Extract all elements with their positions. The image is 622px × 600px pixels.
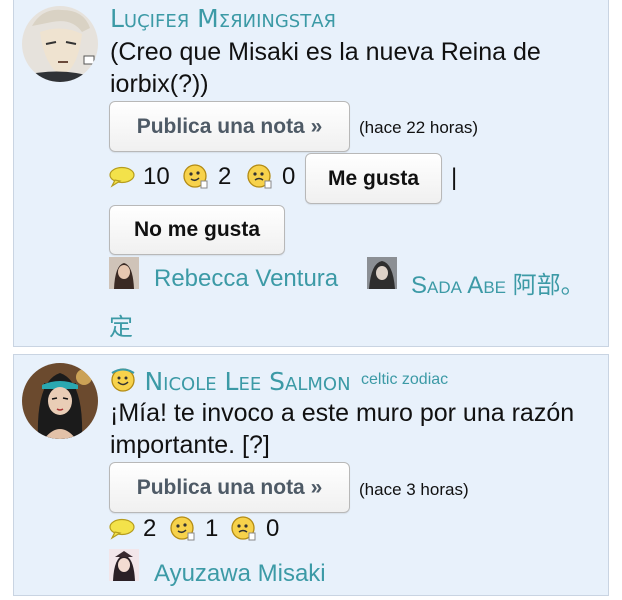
like-count[interactable]: 1 — [169, 515, 218, 543]
separator: | — [451, 164, 458, 191]
like-smiley-icon — [183, 164, 208, 189]
publish-note-button[interactable]: Publica una nota » — [109, 462, 350, 513]
dislike-button[interactable]: No me gusta — [109, 205, 285, 255]
post-card: Nicole Lee Salmon celtic zodiac ¡Mía! te… — [13, 354, 609, 596]
author-name[interactable]: Nicole Lee Salmon — [144, 367, 350, 396]
post-card: Luçifeя Mσяиιngstαя (Creo que Misaki es … — [13, 0, 609, 347]
dislike-count-value: 0 — [282, 163, 296, 190]
like-count[interactable]: 2 — [182, 163, 231, 191]
zodiac-badge-icon — [111, 368, 135, 392]
author-line: Nicole Lee Salmon celtic zodiac — [110, 367, 448, 396]
timestamp: (hace 3 horas) — [359, 480, 469, 499]
dislike-count[interactable]: 0 — [230, 515, 279, 543]
post-text: (Creo que Misaki es la nueva Reina de io… — [110, 38, 541, 98]
author-tag[interactable]: celtic zodiac — [361, 371, 448, 388]
dislike-count[interactable]: 0 — [246, 163, 295, 191]
liker-name[interactable]: Ayuzawa Misaki — [154, 560, 326, 588]
comment-count[interactable]: 2 — [109, 515, 156, 543]
publish-note-button[interactable]: Publica una nota » — [109, 101, 350, 152]
post-text: ¡Mía! te invoco a este muro por una razó… — [110, 399, 575, 459]
dislike-count-value: 0 — [266, 515, 280, 542]
liker-avatar[interactable] — [109, 257, 139, 289]
liker-name-continuation[interactable]: 定 — [109, 307, 133, 342]
liker-name[interactable]: Sada Abe 阿部。 — [411, 265, 585, 300]
like-smiley-icon — [170, 516, 195, 541]
dislike-smiley-icon — [247, 164, 272, 189]
dislike-smiley-icon — [231, 516, 256, 541]
like-count-value: 1 — [205, 515, 219, 542]
timestamp: (hace 22 horas) — [359, 118, 479, 137]
comment-bubble-icon — [109, 166, 135, 188]
liker-name[interactable]: Rebecca Ventura — [154, 265, 338, 293]
comment-count-value: 2 — [143, 515, 157, 542]
comment-count[interactable]: 10 — [109, 163, 170, 191]
comment-bubble-icon — [109, 518, 135, 540]
liker-avatar[interactable] — [367, 257, 397, 289]
author-name[interactable]: Luçifeя Mσяиιngstαя — [110, 4, 336, 33]
like-button[interactable]: Me gusta — [305, 153, 442, 204]
like-count-value: 2 — [218, 163, 232, 190]
author-avatar[interactable] — [22, 6, 98, 82]
author-avatar[interactable] — [22, 363, 98, 439]
author-line: Luçifeя Mσяиιngstαя — [110, 4, 336, 33]
comment-count-value: 10 — [143, 163, 170, 190]
liker-avatar[interactable] — [109, 549, 139, 581]
